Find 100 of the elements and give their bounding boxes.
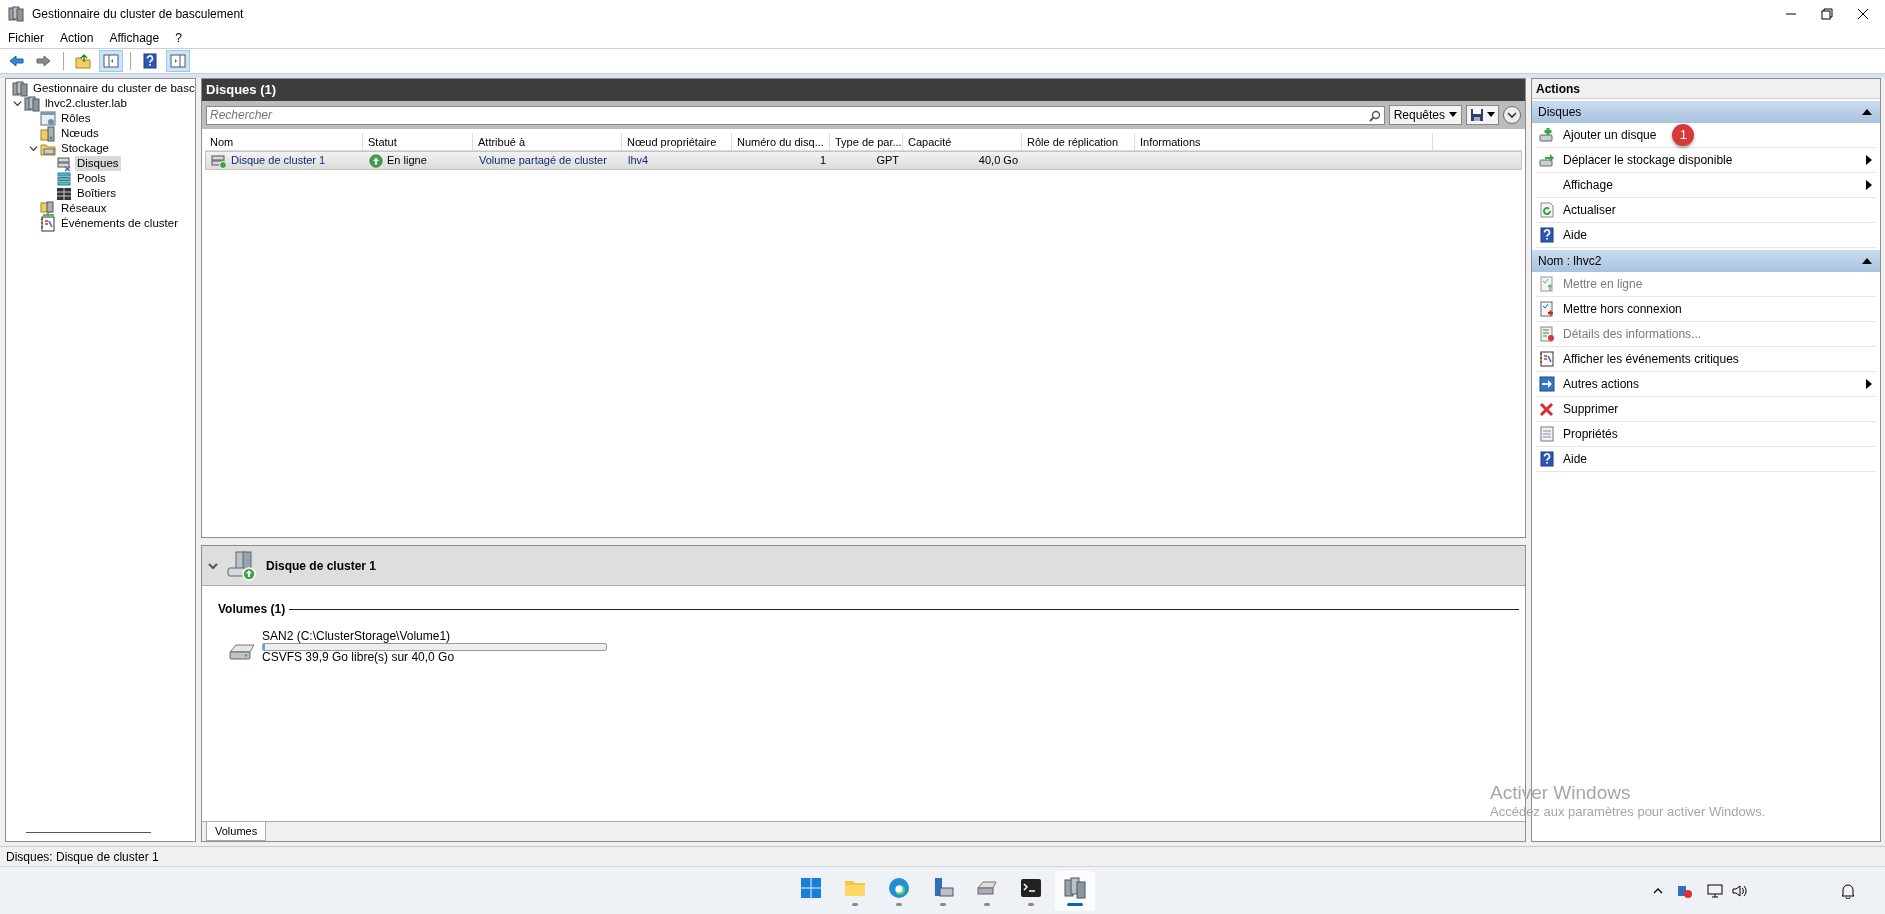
step-badge: 1 [1672,124,1695,146]
tree-item[interactable]: Pools [75,171,108,186]
floppy-icon [1470,108,1484,122]
server-stack-icon [8,6,24,22]
window-gear-icon [40,110,56,127]
tree-item[interactable]: lhvc2.cluster.lab [43,96,129,111]
command-item[interactable]: Aide [1536,223,1876,248]
search-icon [1368,109,1381,122]
drive-arrow-icon [1539,152,1555,168]
caret-icon [1449,112,1457,118]
up-arrow-circle-icon [369,153,383,168]
tab[interactable]: Volumes [206,822,267,841]
pane-icon [170,53,186,69]
tree-item[interactable]: Événements de cluster [59,216,180,231]
table-cell-text: En ligne [387,153,427,169]
help-icon [142,53,158,69]
menu-item[interactable]: ? [167,28,190,48]
forward-arrow-icon [36,53,52,69]
stacked-bars-icon [56,170,72,187]
drives-icon [56,155,72,172]
table-cell-text: Disque de cluster 1 [231,153,326,169]
pane-icon [103,53,119,69]
section-header[interactable]: Nom : lhvc2 [1532,250,1880,272]
drive-icon [228,642,256,662]
folder-network-icon [40,200,56,217]
collapse-icon[interactable] [1862,109,1872,115]
menu-item[interactable]: Affichage [101,28,168,48]
tree-item[interactable]: Rôles [59,111,93,126]
column-header[interactable]: Informations [1135,133,1433,150]
pane-title: Actions [1532,79,1880,99]
tree-item[interactable]: Boîtiers [75,186,118,201]
command-item[interactable]: Affichage [1536,173,1876,198]
grid-icon [56,185,72,202]
tree-item[interactable]: Stockage [59,141,111,156]
table-cell-text: Volume partagé de cluster [479,153,607,169]
delete-icon [1539,401,1555,417]
server-stack-icon [24,95,40,112]
tree-item[interactable]: Nœuds [59,126,101,141]
save-button[interactable] [1466,105,1499,125]
browser-icon [886,875,911,900]
menu-item[interactable]: Fichier [0,28,52,48]
section-title: Volumes (1) [218,601,286,618]
drive-icon [211,152,227,169]
section-header[interactable]: Disques [1532,101,1880,123]
column-header[interactable]: Numéro du disq... [732,133,830,150]
table-row[interactable]: Disque de cluster 1 En ligne Volume partagé de cluster lhv4 1 GPT 40,0 Go [205,151,1522,170]
column-header[interactable]: Statut [363,133,473,150]
volume-name: SAN2 (C:\ClusterStorage\Volume1) [262,630,452,643]
drive-plus-icon [1539,127,1555,143]
command-item[interactable]: Ajouter un disque 1 [1536,123,1876,148]
monitor-icon[interactable] [1707,883,1723,899]
collapse-icon[interactable] [1862,258,1872,264]
pane-button[interactable] [99,50,123,72]
help-icon [1539,451,1555,467]
server-disk-icon [226,549,258,582]
window-title: Gestionnaire du cluster de basculement [32,6,245,23]
table-cell-text: lhv4 [628,153,649,169]
command-item[interactable]: Aide [1536,447,1876,472]
tree-item[interactable]: Réseaux [59,201,109,216]
chevron-down-icon[interactable] [28,144,38,153]
help-icon [1539,227,1555,243]
command-item[interactable]: Mettre hors connexion [1536,297,1876,322]
search-field[interactable]: Rechercher [206,105,1385,125]
command-item[interactable]: Propriétés [1536,422,1876,447]
command-item[interactable]: Actualiser [1536,198,1876,223]
properties-icon [1539,426,1555,442]
chevron-down-icon[interactable] [12,99,22,108]
tree-item[interactable]: Gestionnaire du cluster de basc [31,81,197,96]
table-cell-text: 1 [819,153,826,169]
detail-title: Disque de cluster 1 [266,557,377,575]
notebook-icon [1539,351,1555,367]
close-icon[interactable] [1857,8,1869,20]
column-header[interactable]: Nœud propriétaire [622,133,732,150]
notebook-icon [40,215,56,232]
expand-button[interactable] [1503,106,1521,124]
table-cell-text: GPT [876,153,899,169]
chevron-down-icon [1507,110,1517,120]
speaker-icon[interactable] [1731,883,1747,899]
column-header[interactable]: Type de par... [830,133,903,150]
notepad-minus-icon [1539,301,1555,317]
command-item[interactable]: Autres actions [1536,372,1876,397]
back-arrow-icon [8,53,24,69]
column-header[interactable]: Rôle de réplication [1022,133,1135,150]
bell-icon[interactable] [1841,883,1855,899]
command-item[interactable]: Supprimer [1536,397,1876,422]
menu-item[interactable]: Action [52,28,102,48]
tree-item[interactable]: Disques [75,156,121,171]
column-header[interactable]: Nom [205,133,363,150]
chevron-up-icon[interactable] [1653,888,1663,894]
start-icon [798,875,823,900]
column-header[interactable]: Attribué à [473,133,622,150]
command-item[interactable]: Afficher les événements critiques [1536,347,1876,372]
command-item[interactable]: Déplacer le stockage disponible [1536,148,1876,173]
server-stack-icon [1062,875,1087,900]
chevron-down-icon[interactable] [208,560,218,571]
column-header[interactable]: Capacité [903,133,1022,150]
folder-server-icon [40,125,56,142]
queries-button[interactable]: Requêtes [1388,105,1462,125]
refresh-icon [1539,202,1555,218]
restore-icon[interactable] [1821,8,1833,20]
